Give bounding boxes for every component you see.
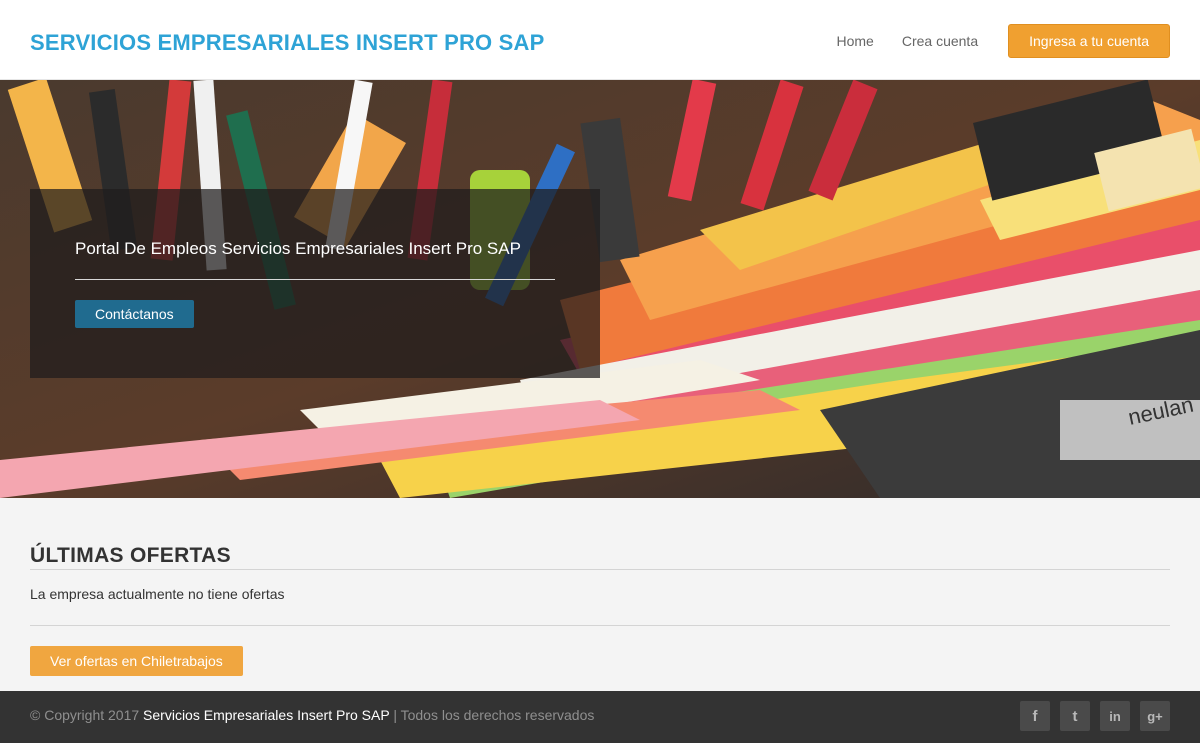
nav-home-link[interactable]: Home <box>836 25 887 57</box>
copyright-prefix: © Copyright 2017 <box>30 707 144 723</box>
contact-button[interactable]: Contáctanos <box>75 300 194 328</box>
view-offers-button[interactable]: Ver ofertas en Chiletrabajos <box>30 646 243 676</box>
google-plus-icon[interactable]: g+ <box>1140 701 1170 731</box>
copyright-suffix: | Todos los derechos reservados <box>389 707 595 723</box>
login-button[interactable]: Ingresa a tu cuenta <box>1008 24 1170 58</box>
offers-title-divider <box>30 569 1170 570</box>
copyright-text: © Copyright 2017 Servicios Empresariales… <box>30 707 594 723</box>
site-footer: © Copyright 2017 Servicios Empresariales… <box>0 691 1200 743</box>
copyright-company-link[interactable]: Servicios Empresariales Insert Pro SAP <box>143 707 389 723</box>
twitter-icon[interactable]: t <box>1060 701 1090 731</box>
site-brand[interactable]: SERVICIOS EMPRESARIALES INSERT PRO SAP <box>30 30 545 56</box>
site-header: SERVICIOS EMPRESARIALES INSERT PRO SAP H… <box>0 0 1200 80</box>
hero-divider <box>75 279 555 280</box>
offers-empty-message: La empresa actualmente no tiene ofertas <box>30 586 285 602</box>
offers-title: ÚLTIMAS OFERTAS <box>30 544 231 567</box>
nav-create-account-link[interactable]: Crea cuenta <box>888 25 992 57</box>
social-links: f t in g+ <box>1020 701 1170 731</box>
offers-divider <box>30 625 1170 626</box>
hero-caption-box: Portal De Empleos Servicios Empresariale… <box>30 189 600 378</box>
hero-banner: neulan Portal De Empleos Servicios Empre… <box>0 80 1200 498</box>
linkedin-icon[interactable]: in <box>1100 701 1130 731</box>
main-nav: Home Crea cuenta Ingresa a tu cuenta <box>836 24 1170 58</box>
facebook-icon[interactable]: f <box>1020 701 1050 731</box>
hero-title: Portal De Empleos Servicios Empresariale… <box>75 239 521 258</box>
